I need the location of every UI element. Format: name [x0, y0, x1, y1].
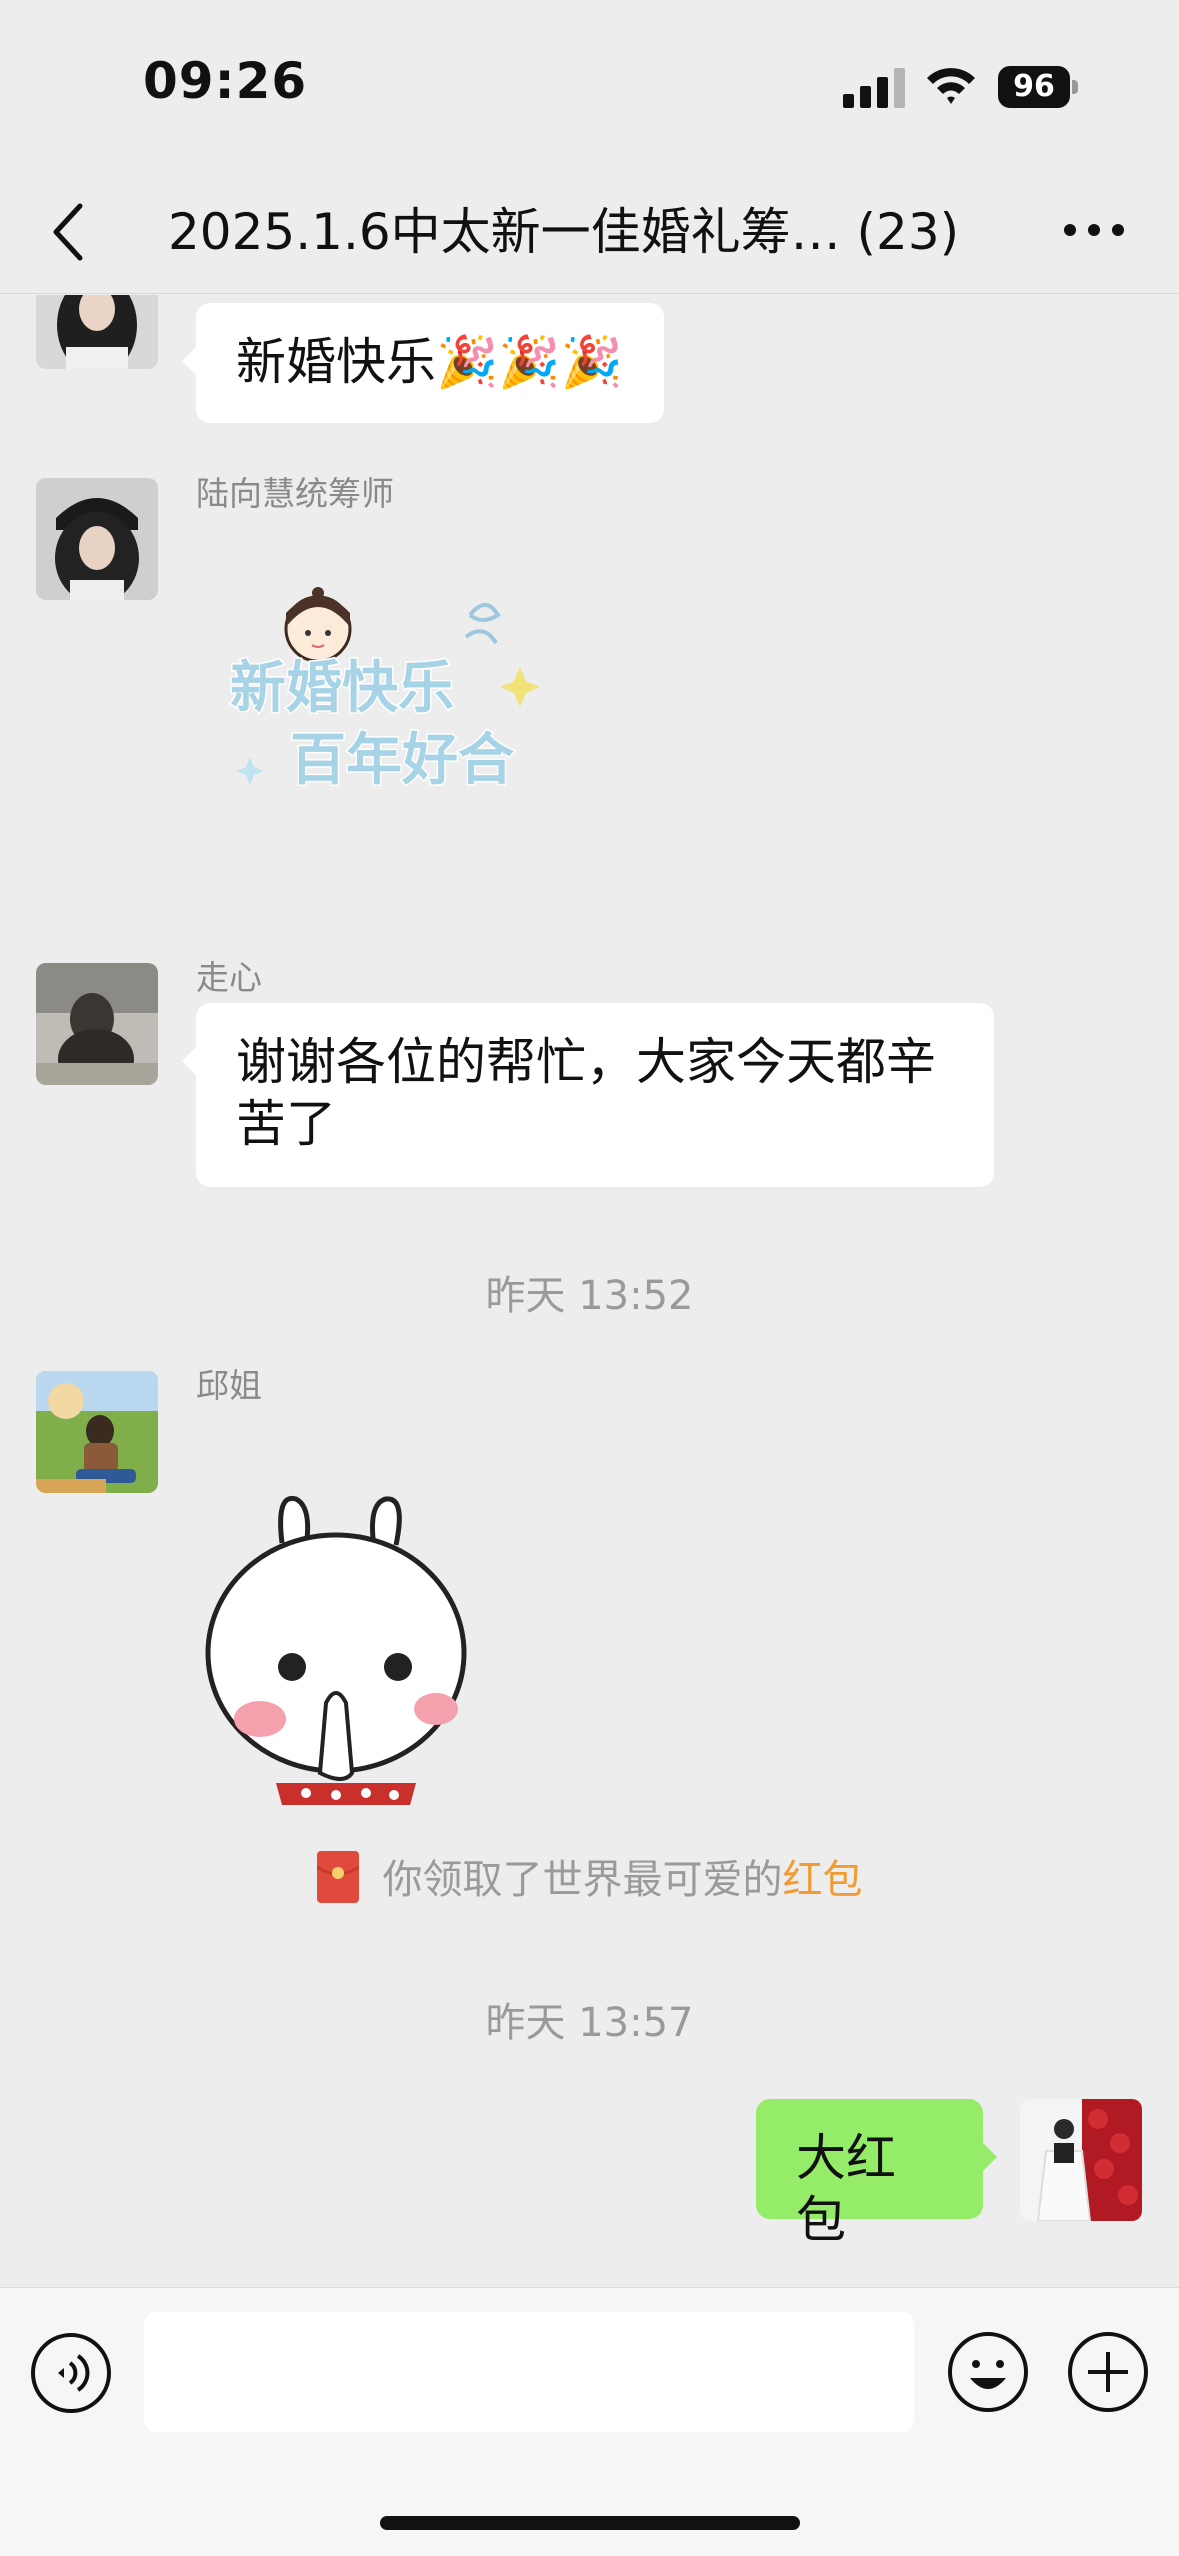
home-indicator	[380, 2516, 800, 2530]
emoji-icon[interactable]	[946, 2330, 1030, 2414]
voice-icon[interactable]	[30, 2332, 112, 2414]
plus-icon[interactable]	[1066, 2330, 1150, 2414]
chat-title: 2025.1.6中太新一佳婚礼筹… (23)	[168, 203, 960, 261]
back-icon[interactable]	[48, 200, 88, 264]
avatar[interactable]	[36, 478, 158, 600]
sender-name: 邱姐	[196, 1366, 262, 1405]
input-bar	[0, 2287, 1179, 2556]
notice-text: 你领取了世界最可爱的	[382, 1857, 783, 1903]
sender-name: 陆向慧统筹师	[196, 474, 394, 513]
message-bubble-outgoing[interactable]: 大红包	[756, 2099, 997, 2249]
avatar[interactable]	[36, 295, 158, 369]
red-packet-icon	[316, 1851, 359, 1903]
sticker-newlywed[interactable]: 新婚快乐 百年好合	[210, 557, 580, 807]
sticker-bunny[interactable]	[196, 1493, 476, 1805]
chat-header: 2025.1.6中太新一佳婚礼筹… (23)	[0, 170, 1179, 294]
timestamp: 昨天 13:52	[485, 1273, 694, 1319]
message-list[interactable]: 新婚快乐🎉🎉🎉 陆向慧统筹师 新婚快乐 百年好合 走心 谢谢各位的帮忙，大家今天…	[0, 295, 1179, 2287]
status-bar: 09:26 96	[0, 0, 1179, 170]
red-packet-notice: 你领取了世界最可爱的红包	[0, 1847, 1179, 1905]
timestamp: 昨天 13:57	[485, 2000, 694, 2046]
avatar[interactable]	[36, 1371, 158, 1493]
my-avatar[interactable]	[1020, 2099, 1142, 2221]
sender-name: 走心	[196, 958, 262, 997]
battery-indicator: 96	[998, 66, 1078, 108]
more-icon[interactable]	[1062, 218, 1126, 242]
wifi-icon	[927, 68, 975, 104]
message-line: 苦了	[236, 1095, 336, 1153]
message-bubble[interactable]: 谢谢各位的帮忙，大家今天都辛 苦了	[182, 1003, 994, 1187]
message-input[interactable]	[144, 2312, 914, 2432]
sticker-text-line1: 新婚快乐	[230, 656, 454, 721]
signal-icon	[843, 68, 905, 108]
message-bubble[interactable]: 新婚快乐🎉🎉🎉	[182, 303, 664, 423]
message-line: 谢谢各位的帮忙，大家今天都辛	[236, 1033, 936, 1091]
sticker-text-line2: 百年好合	[290, 728, 514, 793]
battery-level: 96	[998, 66, 1070, 108]
avatar[interactable]	[36, 963, 158, 1085]
red-packet-link[interactable]: 红包	[783, 1857, 863, 1903]
status-time: 09:26	[143, 52, 308, 110]
